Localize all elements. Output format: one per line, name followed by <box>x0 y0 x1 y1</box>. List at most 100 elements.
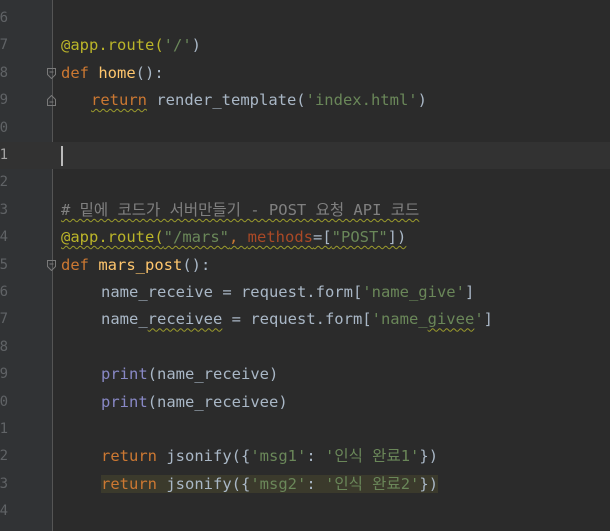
keyword-token: return <box>101 474 157 493</box>
code-text: print(name_receivee) <box>61 389 288 416</box>
fold-end-icon[interactable] <box>47 95 56 107</box>
assignment-token: name_ <box>101 310 148 329</box>
line-number: 4 <box>0 503 8 520</box>
code-line[interactable]: 9 print(name_receive) <box>0 361 610 388</box>
punctuation-token: : <box>306 447 325 466</box>
string-token: '인식 완료1' <box>325 447 420 466</box>
call-token: render_template( <box>147 91 306 110</box>
string-token: 'msg1' <box>250 447 307 466</box>
line-number: 7 <box>0 37 8 54</box>
code-text <box>61 142 63 169</box>
code-text: def home(): <box>61 60 164 87</box>
code-text: return render_template('index.html') <box>61 87 427 114</box>
code-text: # 밑에 코드가 서버만들기 - POST 요청 API 코드 <box>61 197 419 224</box>
string-token: 'msg2' <box>250 474 307 493</box>
string-token: "POST" <box>331 228 388 247</box>
keyword-token: return <box>91 91 147 110</box>
current-code-line[interactable]: 1 <box>0 142 610 170</box>
code-text: @app.route("/mars", methods=["POST"]) <box>61 224 406 251</box>
string-token: '/' <box>163 36 192 55</box>
punctuation-token: ] <box>483 310 493 329</box>
text-caret <box>61 145 63 166</box>
punctuation-token: }) <box>419 447 439 466</box>
keyword-token: return <box>101 447 157 466</box>
punctuation-token: =[ <box>312 228 332 247</box>
code-line[interactable]: 2 return jsonify({'msg1': '인식 완료1'}) <box>0 443 610 470</box>
string-token: '인식 완료2' <box>325 474 420 493</box>
line-number: 1 <box>0 421 8 437</box>
fold-collapse-icon[interactable] <box>47 67 56 79</box>
line-number: 3 <box>0 475 8 492</box>
line-number: 7 <box>0 311 8 328</box>
punctuation-token: (): <box>182 255 211 274</box>
keyword-token: def <box>61 63 89 82</box>
code-text: return jsonify({'msg1': '인식 완료1'}) <box>61 443 438 470</box>
function-name-token: home <box>98 63 136 82</box>
unreachable-code-highlight: return jsonify({'msg2': '인식 완료2'}) <box>101 474 439 493</box>
args-token: (name_receive) <box>147 365 279 384</box>
assignment-token: = request.form[ <box>222 310 372 329</box>
line-number: 3 <box>0 201 8 218</box>
line-number: 0 <box>0 393 8 410</box>
code-line[interactable]: 4 <box>0 498 610 525</box>
decorator-token: @app.route( <box>61 36 164 55</box>
punctuation-token: ] <box>464 283 475 301</box>
code-line[interactable]: 4 @app.route("/mars", methods=["POST"]) <box>0 224 610 251</box>
string-token: "/mars" <box>163 228 229 247</box>
punctuation-token: (): <box>135 63 164 82</box>
punctuation-token: , <box>228 228 248 247</box>
code-text: def mars_post(): <box>61 252 210 279</box>
fold-collapse-icon[interactable] <box>47 259 56 271</box>
line-number: 9 <box>0 366 8 383</box>
line-number: 5 <box>0 256 8 273</box>
decorator-token: @app.route( <box>61 228 164 247</box>
punctuation-token: : <box>306 474 325 493</box>
line-number: 6 <box>0 10 8 26</box>
punctuation-token: ) <box>191 36 201 55</box>
code-line[interactable]: 7 name_receivee = request.form['name_giv… <box>0 306 610 333</box>
args-token: (name_receivee) <box>147 392 288 411</box>
code-line[interactable]: 5 def mars_post(): <box>0 252 610 279</box>
line-number: 2 <box>0 448 8 465</box>
call-token: jsonify({ <box>157 447 251 466</box>
line-number: 0 <box>0 119 8 136</box>
punctuation-token: ) <box>417 91 427 110</box>
string-token: ' <box>474 310 484 329</box>
kwarg-token: methods <box>247 228 313 247</box>
string-token: 'name_ <box>371 310 428 329</box>
call-token: jsonify({ <box>157 474 251 493</box>
line-number: 9 <box>0 92 8 109</box>
function-name-token: mars_post <box>98 255 183 274</box>
code-line[interactable]: 1 <box>0 416 610 443</box>
code-text: name_receivee = request.form['name_givee… <box>61 306 493 333</box>
code-line[interactable]: 6 <box>0 5 610 32</box>
code-line[interactable]: 2 <box>0 169 610 196</box>
code-text: print(name_receive) <box>61 361 278 388</box>
builtin-token: print <box>101 365 148 384</box>
line-number: 8 <box>0 64 8 81</box>
punctuation-token: ]) <box>387 228 407 247</box>
code-editor[interactable]: 6 7 @app.route('/') 8 def home(): 9 retu… <box>0 0 610 531</box>
typo-token: receivee <box>147 310 223 329</box>
line-number: 6 <box>0 284 8 300</box>
string-typo-token: givee <box>427 310 475 329</box>
code-line[interactable]: 0 print(name_receivee) <box>0 389 610 416</box>
line-number: 1 <box>0 147 8 163</box>
code-text: @app.route('/') <box>61 32 201 59</box>
line-number: 8 <box>0 338 8 355</box>
line-number: 4 <box>0 229 8 246</box>
code-text: return jsonify({'msg2': '인식 완료2'}) <box>61 471 439 498</box>
code-line[interactable]: 0 <box>0 115 610 142</box>
code-line[interactable]: 7 @app.route('/') <box>0 32 610 59</box>
code-text: name_receive = request.form['name_give'] <box>61 279 474 306</box>
assignment-token: name_receive = request.form[ <box>101 283 363 301</box>
code-line[interactable]: 9 return render_template('index.html') <box>0 87 610 114</box>
code-line[interactable]: 3 return jsonify({'msg2': '인식 완료2'}) <box>0 471 610 498</box>
comment-token: # 밑에 코드가 서버만들기 - POST 요청 API 코드 <box>61 200 420 219</box>
code-line[interactable]: 3 # 밑에 코드가 서버만들기 - POST 요청 API 코드 <box>0 197 610 224</box>
code-line[interactable]: 8 <box>0 334 610 361</box>
code-line[interactable]: 6 name_receive = request.form['name_give… <box>0 279 610 306</box>
punctuation-token: }) <box>419 474 439 493</box>
builtin-token: print <box>101 392 148 411</box>
code-line[interactable]: 8 def home(): <box>0 60 610 87</box>
